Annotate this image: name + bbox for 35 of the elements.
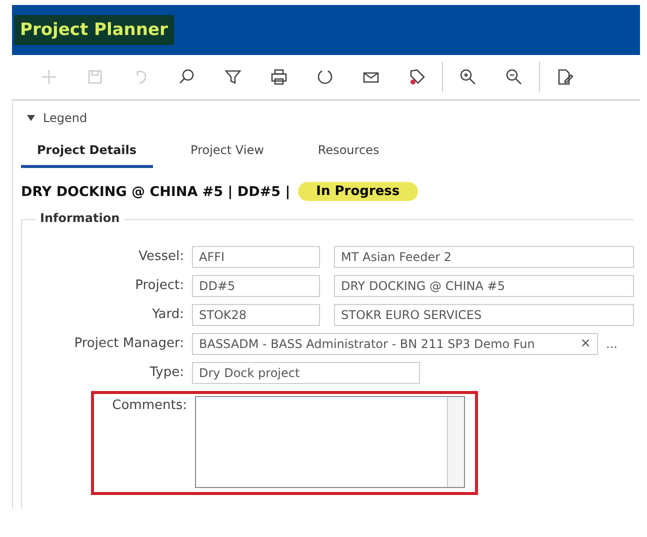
lookup-field[interactable]: BASSADM - BASS Administrator - BN 211 SP3 Demo Fun × — [192, 332, 598, 354]
clear-icon[interactable]: × — [580, 336, 591, 351]
status-badge: In Progress — [298, 182, 418, 201]
tab[interactable]: Project View — [174, 137, 280, 168]
type-field[interactable]: Dry Dock project — [192, 362, 420, 384]
field-label: Project Manager: — [73, 336, 184, 351]
tag-icon[interactable] — [408, 68, 426, 86]
refresh-icon[interactable] — [316, 68, 334, 86]
filter-icon[interactable] — [224, 68, 242, 86]
tab[interactable]: Project Details — [21, 137, 153, 168]
more-button[interactable]: ... — [606, 336, 618, 350]
tab[interactable]: Resources — [302, 137, 396, 168]
field-label: Type: — [148, 365, 184, 380]
field-label: Project: — [134, 278, 184, 293]
search-icon[interactable] — [178, 68, 196, 86]
group-title: Information — [36, 211, 124, 225]
comments-field[interactable] — [195, 396, 465, 488]
caret-icon — [27, 115, 35, 121]
legend-toggle[interactable]: Legend — [21, 111, 88, 125]
name-field[interactable]: MT Asian Feeder 2 — [334, 246, 634, 268]
document-edit-icon[interactable] — [556, 68, 574, 86]
code-field[interactable]: DD#5 — [192, 274, 320, 296]
window-title: Project Planner — [14, 15, 174, 45]
scrollbar[interactable] — [447, 397, 464, 487]
field-label: Comments: — [111, 397, 187, 413]
field-label: Yard: — [151, 307, 184, 322]
code-field[interactable]: AFFI — [192, 246, 320, 268]
zoom-out-icon[interactable] — [505, 68, 523, 86]
name-field[interactable]: STOKR EURO SERVICES — [334, 304, 634, 326]
printer-icon[interactable] — [270, 68, 288, 86]
field-label: Vessel: — [138, 249, 184, 264]
zoom-in-icon[interactable] — [459, 68, 477, 86]
name-field[interactable]: DRY DOCKING @ CHINA #5 — [334, 274, 634, 296]
project-title: DRY DOCKING @ CHINA #5 | DD#5 | — [21, 184, 290, 200]
code-field[interactable]: STOK28 — [192, 304, 320, 326]
